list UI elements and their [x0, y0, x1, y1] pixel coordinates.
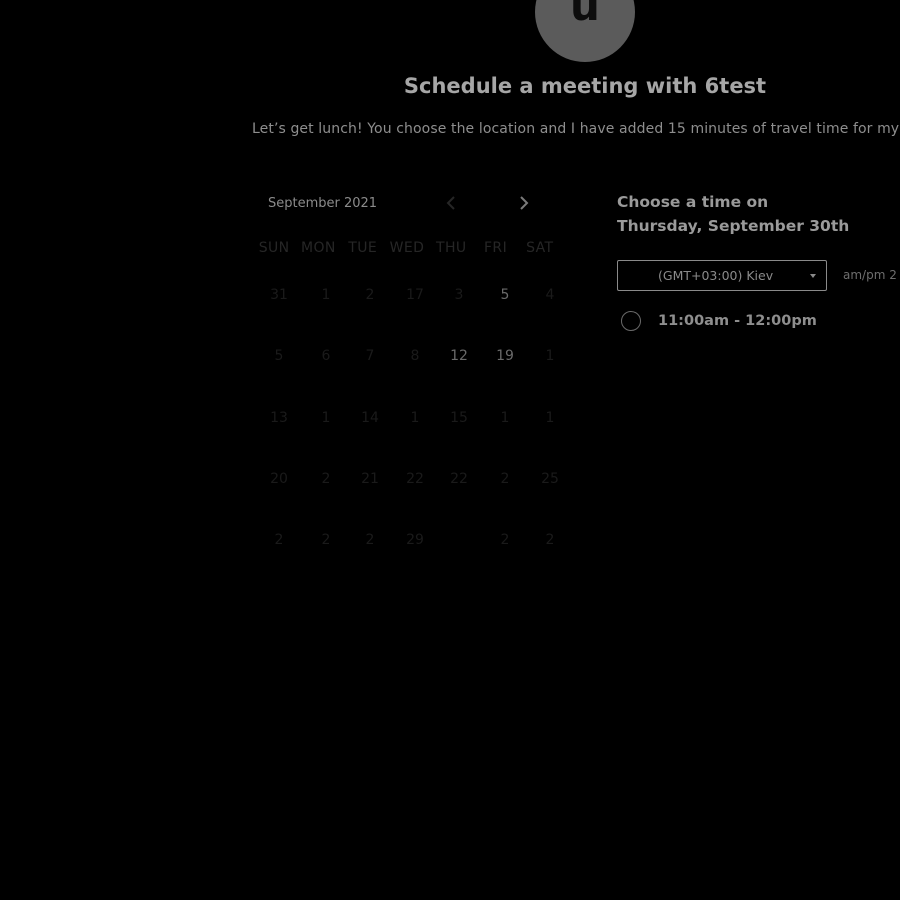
time-slot-label: 11:00am - 12:00pm	[658, 313, 817, 329]
time-format-toggle[interactable]: am/pm 2	[843, 268, 897, 282]
calendar-day: 8	[410, 348, 420, 364]
calendar-day[interactable]: 12	[439, 348, 479, 364]
calendar-day: 1	[410, 410, 420, 426]
calendar-day: 1	[321, 410, 331, 426]
caret-down-icon	[810, 274, 816, 278]
weekday-header: SUN MON TUE WED THU FRI SAT	[252, 240, 562, 256]
calendar-day: 7	[365, 348, 375, 364]
timezone-value: (GMT+03:00) Kiev	[658, 268, 774, 283]
weekday-label: WED	[389, 240, 425, 256]
calendar-day: 14	[361, 410, 379, 426]
calendar-day: 1	[500, 410, 510, 426]
weekday-label: FRI	[483, 240, 508, 256]
calendar-day: 20	[270, 471, 288, 487]
chevron-right-icon[interactable]	[514, 196, 534, 210]
radio-button[interactable]	[621, 311, 641, 331]
calendar-day: 5	[274, 348, 284, 364]
meeting-description: Let’s get lunch! You choose the location…	[252, 121, 900, 137]
calendar-day: 6	[321, 348, 331, 364]
calendar-day: 22	[450, 471, 468, 487]
scheduling-page: u Schedule a meeting with 6test Let’s ge…	[0, 0, 900, 900]
time-slot[interactable]: 11:00am - 12:00pm	[621, 309, 817, 333]
weekday-label: SUN	[258, 240, 290, 256]
avatar-initial: u	[570, 0, 600, 30]
calendar-day: 1	[545, 348, 555, 364]
calendar-day: 17	[406, 287, 424, 303]
calendar-day: 2	[365, 287, 375, 303]
calendar-day: 2	[500, 471, 510, 487]
calendar-day: 2	[500, 532, 510, 548]
calendar-day: 2	[365, 532, 375, 548]
calendar-day: 2	[321, 532, 331, 548]
calendar-day[interactable]: 5	[485, 287, 525, 303]
calendar-day: 29	[406, 532, 424, 548]
calendar-day: 1	[321, 287, 331, 303]
calendar-day: 25	[541, 471, 559, 487]
calendar-day: 22	[406, 471, 424, 487]
page-title: Schedule a meeting with 6test	[403, 74, 767, 98]
calendar-day: 1	[545, 410, 555, 426]
weekday-label: MON	[301, 240, 336, 256]
avatar: u	[535, 0, 635, 62]
calendar-day: 21	[361, 471, 379, 487]
calendar-day: 2	[545, 532, 555, 548]
calendar-day: 15	[450, 410, 468, 426]
time-heading: Choose a time on Thursday, September 30t…	[617, 193, 850, 235]
calendar-day: 31	[270, 287, 288, 303]
calendar-day: 2	[274, 532, 284, 548]
calendar-day: 4	[545, 287, 555, 303]
chevron-left-icon[interactable]	[441, 196, 461, 210]
timezone-select[interactable]: (GMT+03:00) Kiev	[617, 260, 827, 291]
weekday-label: THU	[436, 240, 467, 256]
weekday-label: TUE	[348, 240, 378, 256]
calendar-day: 3	[454, 287, 464, 303]
calendar-day[interactable]: 19	[485, 348, 525, 364]
calendar-day: 2	[321, 471, 331, 487]
weekday-label: SAT	[526, 240, 554, 256]
month-label: September 2021	[268, 196, 378, 211]
calendar-day: 13	[270, 410, 288, 426]
